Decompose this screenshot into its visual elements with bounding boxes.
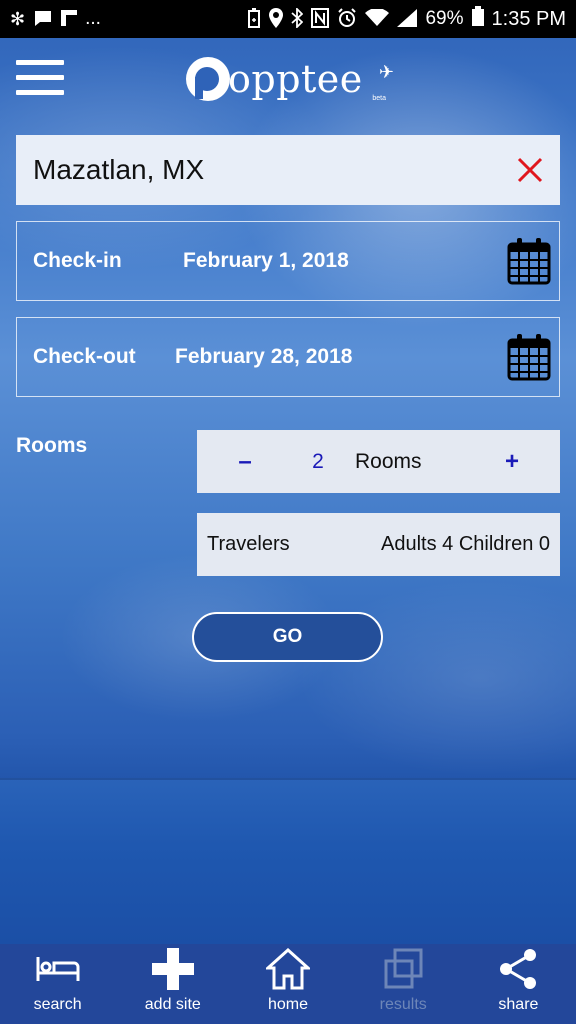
destination-field[interactable]: Mazatlan, MX [16,135,560,205]
pinwheel-icon: ✻ [10,9,26,29]
rooms-unit: Rooms [355,449,422,473]
nav-label: results [379,996,427,1013]
checkout-row[interactable]: Check-out February 28, 2018 [16,317,560,397]
travelers-label: Travelers [207,533,290,555]
checkin-label: Check-in [33,249,122,272]
rooms-stepper: – 2 Rooms + [197,430,560,493]
status-right: 69% 1:35 PM [237,6,576,32]
nav-label: home [267,996,309,1013]
status-bar: ✻ ... 69% 1:35 PM [0,0,576,38]
rooms-minus-button[interactable]: – [197,448,293,476]
bottom-nav: search add site home results share [0,944,576,1024]
nav-label: search [33,996,82,1013]
logo-text: opptee [228,57,363,101]
logo-mark-icon [186,57,230,101]
logo-beta-badge: beta [372,95,386,102]
clear-icon[interactable] [500,140,560,200]
horizon-line [0,778,576,780]
wifi-icon [365,7,390,30]
nav-search[interactable]: search [0,944,115,1024]
app-logo: opptee ✈ beta [186,52,396,106]
travelers-value: Adults 4 Children 0 [381,533,550,555]
checkout-value[interactable]: February 28, 2018 [175,345,499,369]
bluetooth-icon [291,6,304,31]
go-button[interactable]: GO [192,612,383,662]
nav-share[interactable]: share [461,944,576,1024]
bed-icon [36,946,80,992]
home-icon [266,946,310,992]
chat-icon [33,9,53,30]
alarm-icon [337,7,357,31]
nav-label: add site [144,996,201,1013]
flipboard-icon [61,9,78,29]
nav-add-site[interactable]: add site [115,944,230,1024]
menu-bar [16,90,64,95]
destination-value[interactable]: Mazatlan, MX [16,154,500,186]
hamburger-menu-icon[interactable] [16,60,64,96]
menu-bar [16,75,64,80]
battery-percent: 69% [425,8,464,29]
checkin-value[interactable]: February 1, 2018 [183,249,499,273]
sea-background [0,778,576,944]
travelers-field[interactable]: Travelers Adults 4 Children 0 [197,513,560,576]
nav-label: share [498,996,539,1013]
status-overflow: ... [85,8,101,29]
location-icon [269,7,284,31]
nav-home[interactable]: home [230,944,345,1024]
battery-icon [471,6,484,32]
rooms-count: 2 [312,449,324,473]
stacked-squares-icon [383,946,423,992]
plus-icon [151,946,194,992]
rooms-label: Rooms [16,434,88,457]
rooms-plus-button[interactable]: + [464,448,560,476]
signal-icon [397,8,418,30]
menu-bar [16,60,64,65]
status-left: ✻ ... [0,8,111,30]
calendar-icon[interactable] [499,237,559,285]
status-time: 1:35 PM [491,7,566,30]
airplane-icon: ✈ [378,62,394,82]
nfc-icon [311,7,330,31]
checkin-row[interactable]: Check-in February 1, 2018 [16,221,560,301]
calendar-icon[interactable] [499,333,559,381]
share-icon [498,946,538,992]
battery-saver-icon [247,7,261,31]
nav-results[interactable]: results [346,944,461,1024]
checkout-label: Check-out [33,345,136,368]
